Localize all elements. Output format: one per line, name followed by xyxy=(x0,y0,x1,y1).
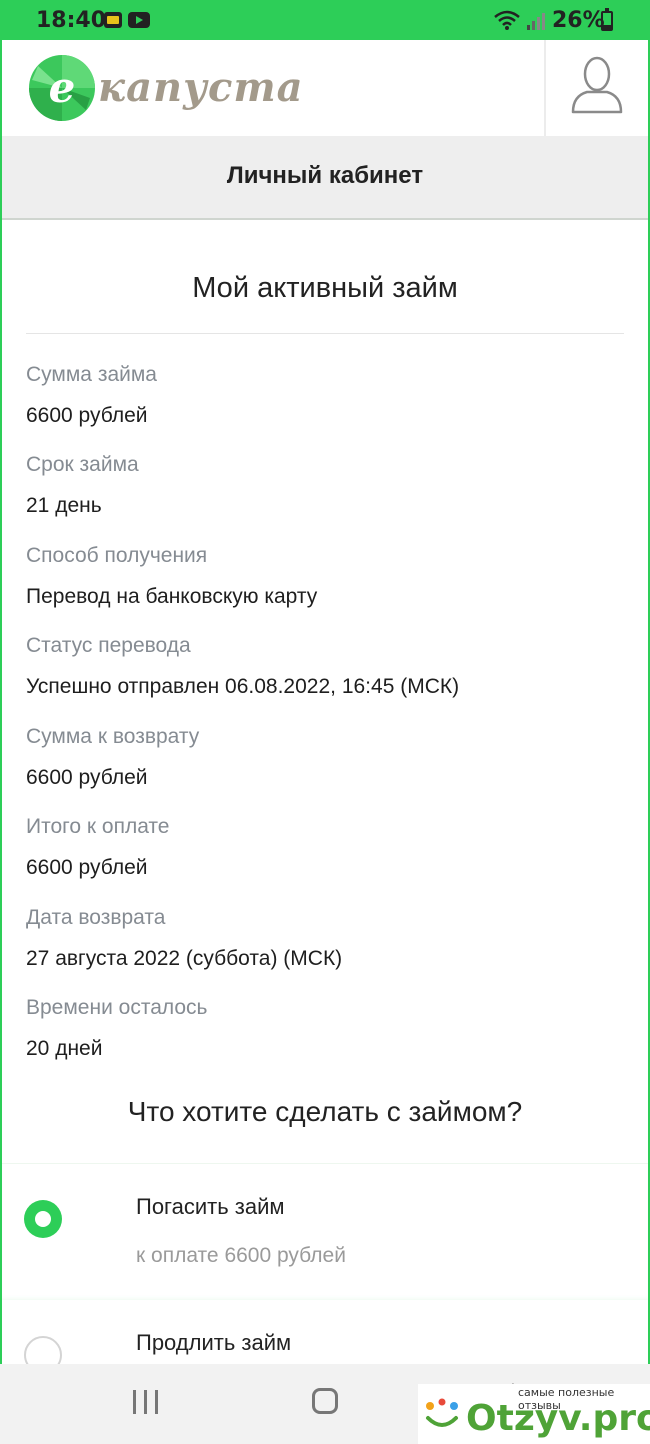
user-icon xyxy=(571,56,623,114)
title-bar: Личный кабинет xyxy=(2,136,648,220)
time-left-value: 20 дней xyxy=(26,1037,103,1060)
loan-amount-value: 6600 рублей xyxy=(26,404,148,427)
active-loan-title: Мой активный займ xyxy=(192,272,458,304)
transfer-status-label: Статус перевода xyxy=(26,634,191,657)
loan-term-value: 21 день xyxy=(26,494,102,517)
app-header: e капуста xyxy=(2,40,648,136)
otzyv-logo-icon xyxy=(426,1398,458,1427)
time-left-label: Времени осталось xyxy=(26,996,208,1019)
option-extend-loan[interactable]: Продлить займ xyxy=(2,1300,648,1364)
status-bar: 18:40 26% xyxy=(0,0,650,40)
svg-text:e: e xyxy=(49,63,76,112)
divider xyxy=(26,333,624,334)
brand-logo[interactable]: e капуста xyxy=(28,52,303,124)
youtube-icon xyxy=(128,12,150,28)
watermark-text: Otzyv.pro xyxy=(466,1398,650,1439)
watermark: самые полезные отзывы Otzyv.pro xyxy=(418,1384,650,1444)
return-amount-label: Сумма к возврату xyxy=(26,725,200,748)
option-repay-loan[interactable]: Погасить займ к оплате 6600 рублей xyxy=(2,1163,648,1301)
wifi-icon xyxy=(494,10,520,30)
total-due-label: Итого к оплате xyxy=(26,815,170,838)
option-subtitle: к оплате 6600 рублей xyxy=(136,1244,346,1267)
status-time: 18:40 xyxy=(36,8,107,33)
transfer-status-value: Успешно отправлен 06.08.2022, 16:45 (МСК… xyxy=(26,675,460,698)
option-title: Погасить займ xyxy=(136,1194,285,1219)
return-amount-value: 6600 рублей xyxy=(26,766,148,789)
battery-icon xyxy=(601,8,613,31)
total-due-value: 6600 рублей xyxy=(26,856,148,879)
recent-apps-icon[interactable] xyxy=(130,1388,162,1416)
battery-percent: 26% xyxy=(552,8,605,33)
radio-unselected[interactable] xyxy=(24,1336,62,1364)
tv-app-icon xyxy=(104,12,122,28)
profile-button[interactable] xyxy=(546,40,648,136)
signal-icon xyxy=(527,13,545,30)
cabbage-logo-icon: e xyxy=(29,55,95,121)
return-date-value: 27 августа 2022 (суббота) (МСК) xyxy=(26,947,343,970)
loan-term-label: Срок займа xyxy=(26,453,139,476)
option-title: Продлить займ xyxy=(136,1330,292,1355)
loan-amount-label: Сумма займа xyxy=(26,363,157,386)
receive-method-label: Способ получения xyxy=(26,544,208,567)
logo-text: капуста xyxy=(98,64,304,111)
radio-selected[interactable] xyxy=(24,1200,62,1238)
home-icon[interactable] xyxy=(312,1388,338,1414)
actions-question: Что хотите сделать с займом? xyxy=(127,1096,523,1127)
app-screen: e капуста Личный кабинет Мой активный за… xyxy=(2,40,648,1364)
receive-method-value: Перевод на банковскую карту xyxy=(26,585,318,608)
return-date-label: Дата возврата xyxy=(26,906,166,929)
page-title: Личный кабинет xyxy=(226,162,424,189)
